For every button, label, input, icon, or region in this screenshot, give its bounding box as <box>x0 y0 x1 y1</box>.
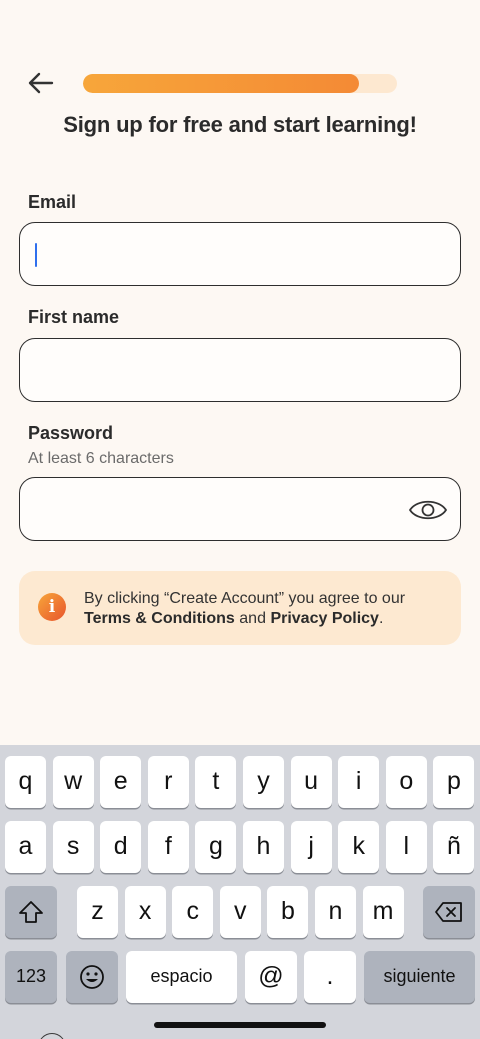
page-title: Sign up for free and start learning! <box>63 112 417 137</box>
notice-conjunction: and <box>239 610 266 627</box>
emoji-key[interactable] <box>66 951 118 1003</box>
shift-key[interactable] <box>5 886 57 938</box>
email-label: Email <box>28 192 77 212</box>
email-field-box <box>19 222 461 286</box>
key-e[interactable]: e <box>100 756 142 808</box>
numbers-key[interactable]: 123 <box>5 951 57 1003</box>
email-field[interactable] <box>20 223 460 285</box>
key-v[interactable]: v <box>219 886 261 938</box>
notice-prefix: By clicking “Create Account” you agree t… <box>84 590 406 607</box>
privacy-link[interactable]: Privacy Policy <box>270 610 379 627</box>
top-bar <box>0 60 480 106</box>
key-b[interactable]: b <box>267 886 309 938</box>
key-m[interactable]: m <box>362 886 404 938</box>
key-a[interactable]: a <box>5 821 46 873</box>
key-c[interactable]: c <box>172 886 214 938</box>
key-g[interactable]: g <box>195 821 237 873</box>
notice-suffix: . <box>378 610 384 627</box>
terms-notice-text: By clicking “Create Account” you agree t… <box>84 589 454 629</box>
password-hint: At least 6 characters <box>28 450 174 467</box>
key-ñ[interactable]: ñ <box>433 821 475 873</box>
first-name-label: First name <box>28 307 120 327</box>
key-o[interactable]: o <box>385 756 427 808</box>
space-key[interactable]: espacio <box>126 951 237 1003</box>
at-key[interactable]: @ <box>245 951 297 1003</box>
eye-icon <box>409 500 447 520</box>
key-j[interactable]: j <box>290 821 332 873</box>
password-field[interactable] <box>20 478 460 540</box>
key-y[interactable]: y <box>243 756 284 808</box>
password-label: Password <box>28 423 114 443</box>
show-password-button[interactable] <box>408 496 448 524</box>
period-key[interactable]: . <box>304 951 356 1003</box>
back-button[interactable] <box>22 68 58 98</box>
emoji-icon <box>80 965 104 989</box>
terms-notice: i By clicking “Create Account” you agree… <box>19 571 461 645</box>
password-field-box <box>19 477 461 541</box>
key-q[interactable]: q <box>5 756 46 808</box>
key-u[interactable]: u <box>290 756 332 808</box>
home-indicator <box>154 1022 326 1028</box>
first-name-field-box <box>19 338 461 402</box>
progress-fill <box>83 74 360 93</box>
key-d[interactable]: d <box>100 821 142 873</box>
key-h[interactable]: h <box>243 821 284 873</box>
key-x[interactable]: x <box>124 886 166 938</box>
key-t[interactable]: t <box>195 756 237 808</box>
arrow-left-icon <box>28 72 54 94</box>
progress-bar <box>83 74 397 93</box>
key-s[interactable]: s <box>52 821 94 873</box>
key-w[interactable]: w <box>52 756 94 808</box>
key-z[interactable]: z <box>77 886 118 938</box>
terms-link[interactable]: Terms & Conditions <box>84 610 235 627</box>
key-p[interactable]: p <box>433 756 475 808</box>
key-l[interactable]: l <box>385 821 427 873</box>
key-r[interactable]: r <box>147 756 189 808</box>
text-cursor <box>35 243 37 267</box>
info-icon: i <box>38 593 66 621</box>
backspace-key[interactable] <box>423 886 475 938</box>
key-k[interactable]: k <box>338 821 380 873</box>
shift-icon <box>19 901 43 923</box>
key-n[interactable]: n <box>315 886 356 938</box>
next-key[interactable]: siguiente <box>364 951 475 1003</box>
keyboard: qwertyuiop asdfghjklñ zxcvbnm 123 espaci… <box>0 745 480 1039</box>
first-name-field[interactable] <box>20 339 460 401</box>
key-i[interactable]: i <box>338 756 380 808</box>
backspace-icon <box>435 902 462 922</box>
key-f[interactable]: f <box>147 821 189 873</box>
